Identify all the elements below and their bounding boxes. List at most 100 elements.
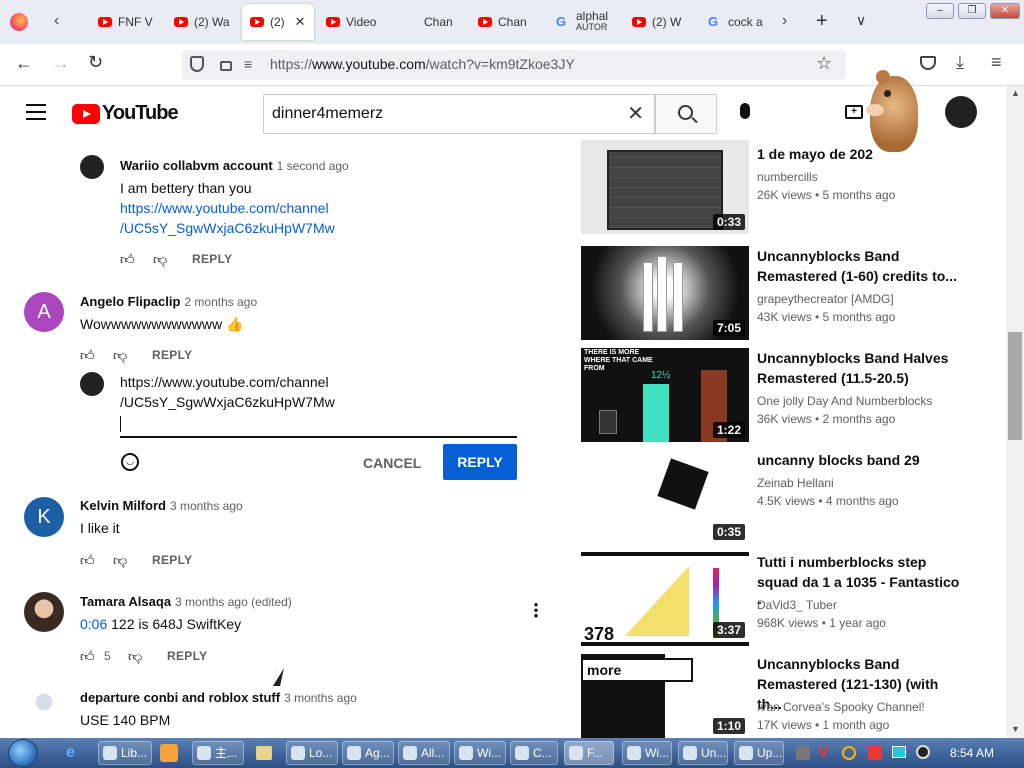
taskbar-item-active[interactable]: F... bbox=[564, 741, 614, 765]
search-input[interactable]: dinner4memerz ✕ bbox=[263, 94, 655, 134]
avatar[interactable]: A bbox=[24, 292, 64, 332]
author-name[interactable]: Tamara Alsaqa bbox=[80, 594, 171, 609]
reply-submit-button[interactable]: REPLY bbox=[443, 444, 517, 480]
close-tab-icon[interactable]: ✕ bbox=[295, 14, 306, 30]
minimize-icon[interactable]: – bbox=[926, 3, 954, 19]
taskbar-item[interactable]: Wi... bbox=[454, 741, 506, 765]
permissions-icon[interactable]: ≡ bbox=[244, 56, 252, 72]
video-title[interactable]: 1 de mayo de 202 bbox=[757, 144, 967, 164]
reply-button[interactable]: REPLY bbox=[192, 252, 232, 266]
tray-icon-4[interactable] bbox=[868, 746, 882, 760]
emoji-picker-icon[interactable]: ◡ bbox=[121, 453, 139, 471]
list-tabs-icon[interactable]: ∨ bbox=[856, 12, 866, 29]
clear-search-icon[interactable]: ✕ bbox=[627, 101, 644, 126]
search-button[interactable] bbox=[655, 94, 717, 134]
reply-input[interactable]: https://www.youtube.com/channel /UC5sY_S… bbox=[120, 372, 517, 438]
comment-author[interactable]: departure conbi and roblox stuff 3 months… bbox=[80, 690, 357, 705]
tray-icon-3[interactable] bbox=[842, 746, 856, 760]
avatar[interactable] bbox=[80, 155, 104, 179]
reply-button[interactable]: REPLY bbox=[152, 553, 192, 567]
taskbar-item[interactable]: All... bbox=[398, 741, 450, 765]
tabs-scroll-left-icon[interactable]: ‹ bbox=[54, 12, 59, 30]
like-icon[interactable]: 👍︎ bbox=[80, 552, 95, 569]
taskbar-item[interactable]: Up... bbox=[734, 741, 784, 765]
taskbar-item[interactable]: C... bbox=[510, 741, 558, 765]
video-thumbnail[interactable]: THERE IS MORE WHERE THAT CAME FROM 12½ 1… bbox=[581, 348, 749, 442]
comment-action-menu-icon[interactable] bbox=[534, 602, 538, 618]
like-icon[interactable]: 👍︎ bbox=[120, 251, 135, 268]
taskbar-item[interactable]: Lo... bbox=[286, 741, 338, 765]
taskbar-item[interactable]: Wi... bbox=[622, 741, 672, 765]
new-tab-icon[interactable]: + bbox=[816, 10, 828, 33]
restore-icon[interactable]: ❐ bbox=[958, 3, 986, 19]
timestamp-link[interactable]: 0:06 bbox=[80, 616, 107, 632]
tab-1[interactable]: FNF V bbox=[98, 4, 168, 40]
tray-icon-2[interactable]: V bbox=[818, 744, 829, 762]
scrollbar-thumb[interactable] bbox=[1008, 332, 1022, 440]
video-thumbnail[interactable]: more 1:10 bbox=[581, 654, 749, 738]
comment-link[interactable]: https://www.youtube.com/channel bbox=[120, 198, 329, 218]
video-thumbnail[interactable]: 0:35 bbox=[581, 450, 749, 544]
taskbar-item[interactable]: 主... bbox=[192, 741, 244, 765]
downloads-icon[interactable]: ⤓ bbox=[956, 52, 964, 73]
video-title[interactable]: Uncannyblocks Band Halves Remastered (11… bbox=[757, 348, 967, 388]
dislike-icon[interactable]: 👎︎ bbox=[153, 251, 167, 268]
tab-9[interactable]: Gcock a bbox=[708, 4, 778, 40]
tab-3-active[interactable]: (2) ✕ bbox=[242, 4, 314, 40]
avatar[interactable] bbox=[24, 688, 64, 728]
forward-arrow-icon[interactable]: → bbox=[52, 53, 70, 74]
youtube-logo[interactable]: YouTube bbox=[72, 102, 179, 125]
author-name[interactable]: departure conbi and roblox stuff bbox=[80, 690, 280, 705]
tab-8[interactable]: (2) W bbox=[632, 4, 702, 40]
comment-time[interactable]: 3 months ago (edited) bbox=[175, 595, 292, 609]
video-title[interactable]: uncanny blocks band 29 bbox=[757, 450, 967, 470]
author-name[interactable]: Kelvin Milford bbox=[80, 498, 166, 513]
comment-author[interactable]: Angelo Flipaclip 2 months ago bbox=[80, 294, 257, 309]
video-channel[interactable]: One jolly Day And Numberblocks bbox=[757, 394, 932, 408]
reply-button[interactable]: REPLY bbox=[167, 649, 207, 663]
author-name[interactable]: Wariio collabvm account bbox=[120, 158, 273, 173]
video-channel[interactable]: numbercills bbox=[757, 170, 818, 184]
clock[interactable]: 8:54 AM bbox=[950, 746, 994, 760]
taskbar-item[interactable]: Lib... bbox=[98, 741, 152, 765]
reply-button[interactable]: REPLY bbox=[152, 348, 192, 362]
author-name[interactable]: Angelo Flipaclip bbox=[80, 294, 180, 309]
tray-icon-5[interactable] bbox=[892, 746, 906, 758]
account-avatar[interactable] bbox=[945, 96, 977, 128]
internet-explorer-icon[interactable]: e bbox=[66, 744, 84, 762]
video-thumbnail[interactable]: 0:33 bbox=[581, 140, 749, 234]
menu-icon[interactable]: ≡ bbox=[991, 52, 1002, 73]
cancel-button[interactable]: CANCEL bbox=[363, 455, 421, 471]
tray-icon-1[interactable] bbox=[796, 746, 810, 760]
comment-author[interactable]: Wariio collabvm account 1 second ago bbox=[120, 158, 349, 173]
folder-icon[interactable] bbox=[256, 746, 272, 760]
comment-time[interactable]: 1 second ago bbox=[277, 159, 349, 173]
firefox-icon[interactable] bbox=[10, 13, 28, 31]
video-thumbnail[interactable]: 7:05 bbox=[581, 246, 749, 340]
tabs-scroll-right-icon[interactable]: › bbox=[782, 12, 787, 30]
like-icon[interactable]: 👍︎ bbox=[80, 347, 95, 364]
create-video-icon[interactable]: + bbox=[845, 105, 863, 119]
page-scrollbar[interactable]: ▲ ▼ bbox=[1006, 86, 1024, 738]
tracking-shield-icon[interactable] bbox=[190, 56, 204, 72]
dislike-icon[interactable]: 👎︎ bbox=[113, 347, 127, 364]
comment-author[interactable]: Tamara Alsaqa 3 months ago (edited) bbox=[80, 594, 292, 609]
video-channel[interactable]: Zeinab Hellani bbox=[757, 476, 834, 490]
close-window-icon[interactable]: ✕ bbox=[990, 3, 1020, 19]
video-channel[interactable]: DaVid3_ Tuber bbox=[757, 598, 837, 612]
microphone-icon[interactable] bbox=[740, 103, 750, 119]
like-icon[interactable]: 👍︎ bbox=[80, 648, 95, 665]
reload-icon[interactable]: ↻ bbox=[88, 52, 103, 73]
hamburger-menu-icon[interactable] bbox=[26, 104, 46, 120]
url-bar[interactable]: ≡ https://www.youtube.com/watch?v=km9tZk… bbox=[182, 50, 846, 80]
scroll-up-icon[interactable]: ▲ bbox=[1011, 88, 1020, 98]
media-player-icon[interactable] bbox=[160, 744, 178, 762]
comment-time[interactable]: 2 months ago bbox=[184, 295, 257, 309]
dislike-icon[interactable]: 👎︎ bbox=[113, 552, 127, 569]
pocket-icon[interactable] bbox=[920, 56, 936, 70]
video-thumbnail[interactable]: 378 3:37 bbox=[581, 552, 749, 646]
start-button[interactable] bbox=[8, 739, 38, 767]
tab-7[interactable]: Galphal AUTOR bbox=[556, 4, 626, 40]
lock-icon[interactable] bbox=[220, 61, 232, 71]
bookmark-star-icon[interactable]: ☆ bbox=[816, 53, 832, 74]
